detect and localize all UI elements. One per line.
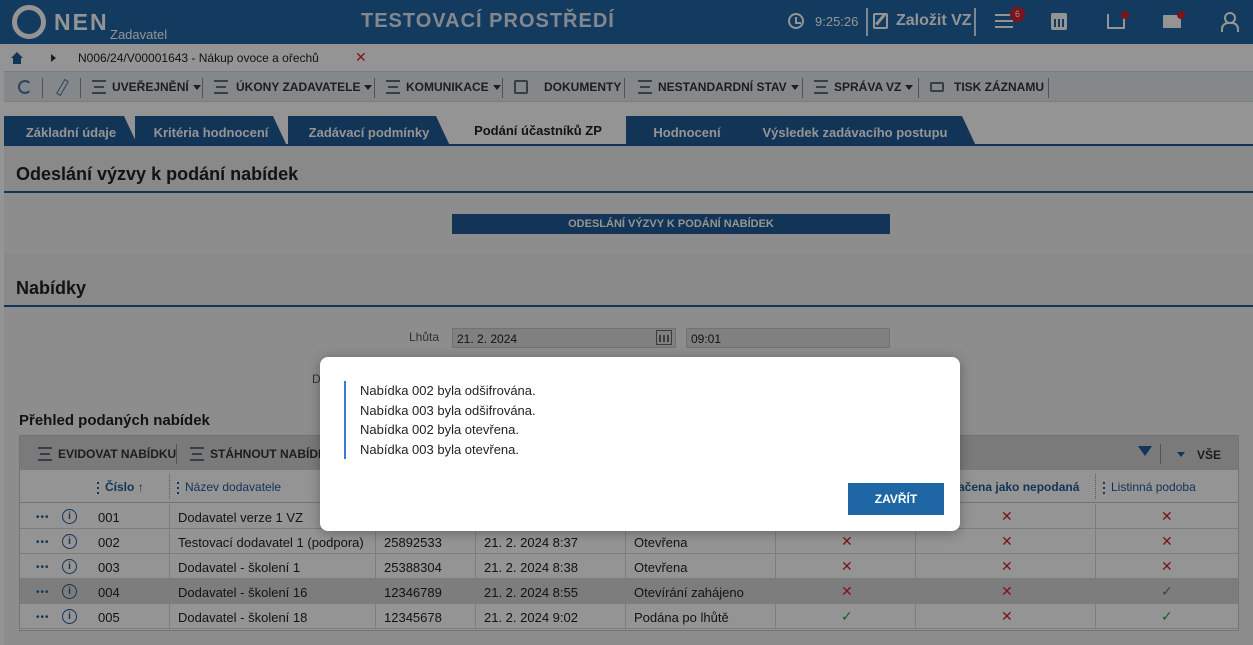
message-line: Nabídka 003 byla odšifrována. xyxy=(360,403,536,418)
close-dialog-button[interactable]: ZAVŘÍT xyxy=(848,483,944,515)
modal-overlay[interactable] xyxy=(0,0,1253,645)
message-line: Nabídka 002 byla otevřena. xyxy=(360,422,519,437)
message-line: Nabídka 003 byla otevřena. xyxy=(360,442,519,457)
message-line: Nabídka 002 byla odšifrována. xyxy=(360,383,536,398)
message-dialog: Nabídka 002 byla odšifrována. Nabídka 00… xyxy=(320,357,960,531)
message-accent-bar xyxy=(344,381,346,459)
